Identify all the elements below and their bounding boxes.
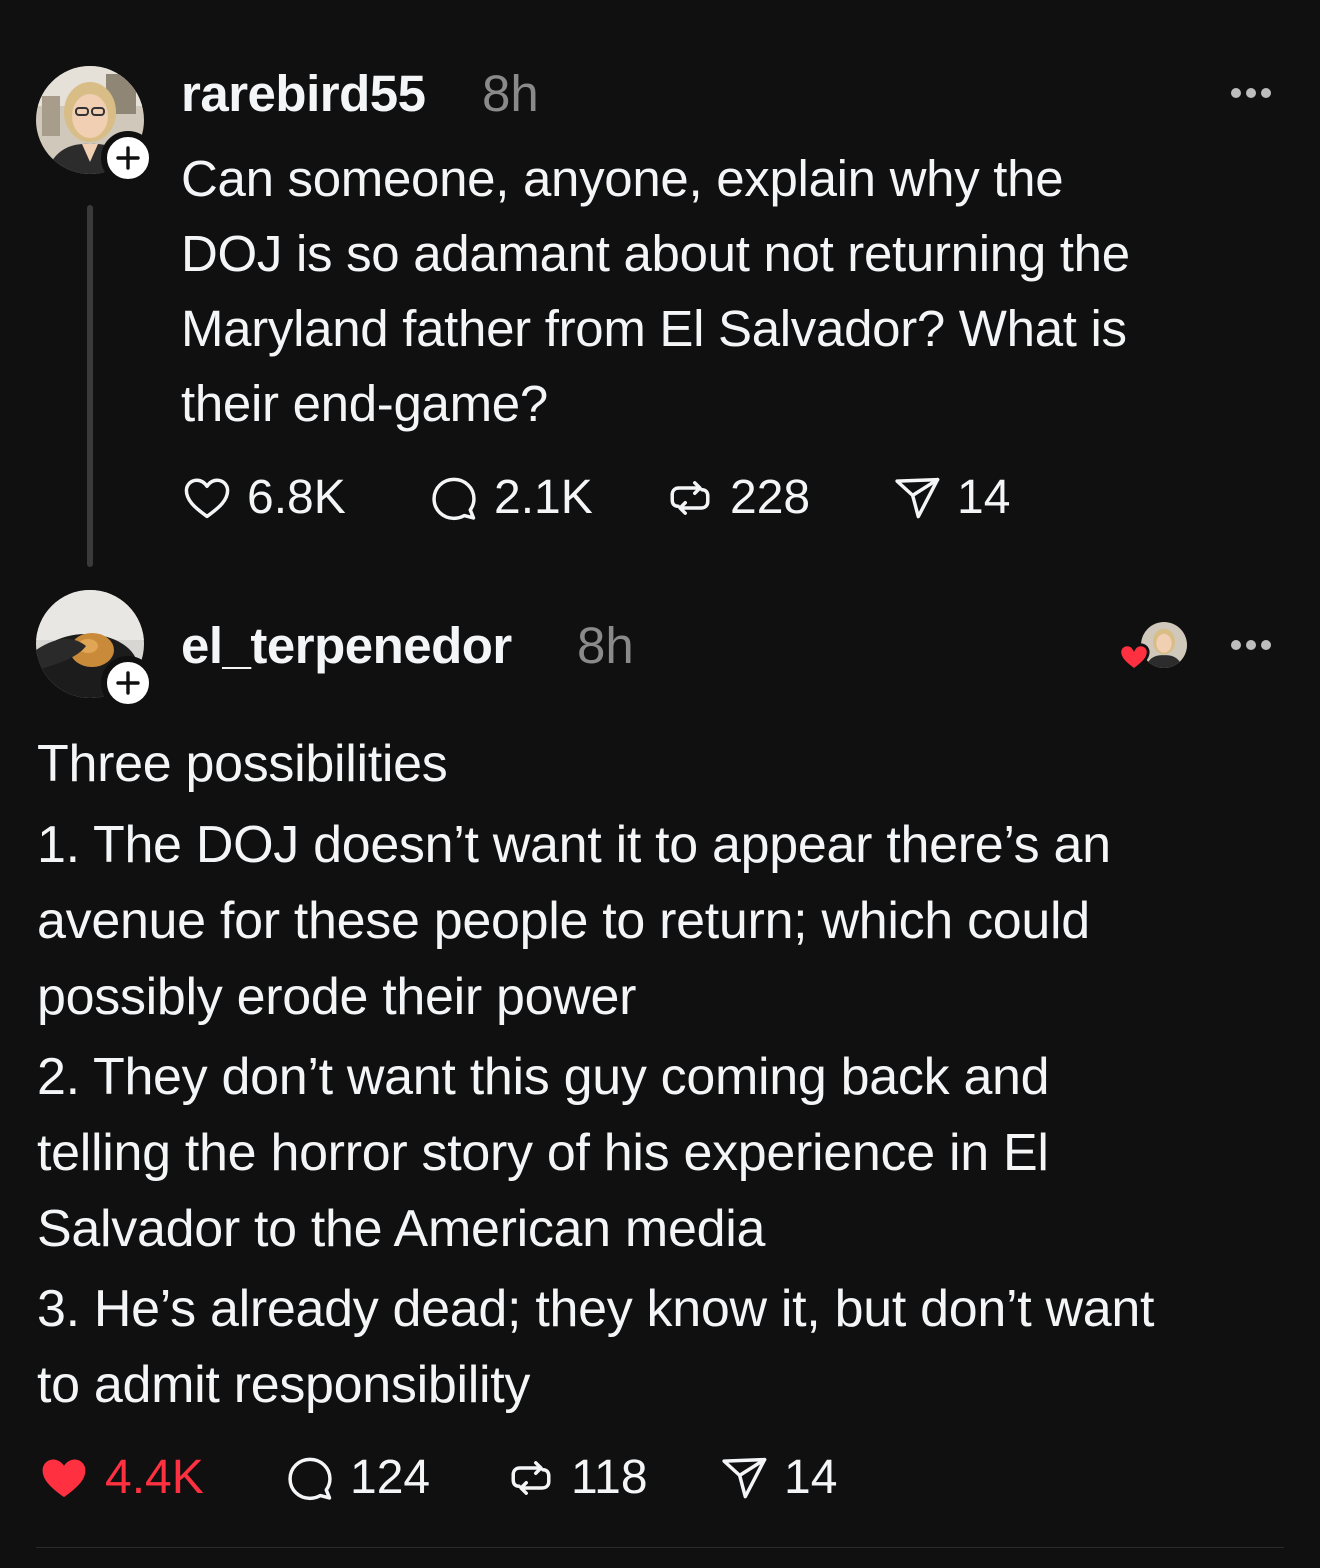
plus-icon (116, 146, 140, 170)
reply-text-line: 1. The DOJ doesn’t want it to appear the… (37, 816, 1111, 874)
share-count: 14 (784, 1451, 838, 1504)
more-options-button[interactable] (1231, 88, 1271, 98)
plus-icon (116, 671, 140, 695)
like-button[interactable]: 4.4K (37, 1450, 204, 1505)
repost-icon (670, 480, 710, 515)
reply-text-line: 3. He’s already dead; they know it, but … (37, 1280, 1155, 1338)
like-button[interactable]: 6.8K (181, 470, 346, 525)
follow-button-rarebird55[interactable] (101, 131, 155, 185)
like-count: 6.8K (247, 471, 346, 524)
reply-button[interactable]: 2.1K (428, 470, 593, 525)
paper-plane-icon (895, 477, 940, 518)
more-horizontal-icon (1231, 88, 1241, 98)
reply-text-line: to admit responsibility (37, 1356, 531, 1414)
speech-bubble-icon (288, 1457, 332, 1500)
paper-plane-icon (722, 1457, 767, 1498)
post-text: Can someone, anyone, explain why the DOJ… (181, 141, 1130, 441)
username[interactable]: rarebird55 (181, 64, 426, 123)
divider (36, 1547, 1284, 1548)
share-count: 14 (957, 471, 1011, 524)
author-liked-indicator (1116, 622, 1192, 672)
thread-line (87, 205, 93, 567)
post-text-line: Can someone, anyone, explain why the (181, 150, 1064, 207)
post-time: 8h (482, 65, 539, 122)
reply-text-line: Salvador to the American media (37, 1200, 766, 1258)
heart-outline-icon (184, 478, 230, 518)
repost-icon (511, 1460, 551, 1495)
reply-text-line: possibly erode their power (37, 968, 637, 1026)
reply-text-line: 2. They don’t want this guy coming back … (37, 1048, 1050, 1106)
repost-count: 228 (730, 471, 811, 524)
like-count: 4.4K (105, 1451, 204, 1504)
share-button[interactable]: 14 (718, 1450, 837, 1505)
post-text-line: Maryland father from El Salvador? What i… (181, 300, 1127, 357)
reply-button[interactable]: 124 (284, 1450, 430, 1505)
more-options-button[interactable] (1231, 640, 1271, 650)
repost-count: 118 (571, 1451, 648, 1504)
follow-button-el-terpenedor[interactable] (101, 656, 155, 710)
post-text-line: their end-game? (181, 375, 548, 432)
reply-count: 2.1K (494, 471, 593, 524)
author-liked-heart-icon (1118, 643, 1150, 672)
share-button[interactable]: 14 (891, 470, 1010, 525)
post-text-line: DOJ is so adamant about not returning th… (181, 225, 1130, 282)
reply-text-line: avenue for these people to return; which… (37, 892, 1090, 950)
reply-time: 8h (577, 617, 634, 674)
reply-text-line: Three possibilities (37, 735, 448, 793)
speech-bubble-icon (432, 477, 476, 520)
reply-text-line: telling the horror story of his experien… (37, 1124, 1049, 1182)
reply-count: 124 (350, 1451, 431, 1504)
more-horizontal-icon (1231, 640, 1241, 650)
username[interactable]: el_terpenedor (181, 616, 512, 675)
repost-button[interactable]: 118 (505, 1450, 648, 1505)
heart-filled-icon (42, 1459, 86, 1497)
repost-button[interactable]: 228 (664, 470, 810, 525)
